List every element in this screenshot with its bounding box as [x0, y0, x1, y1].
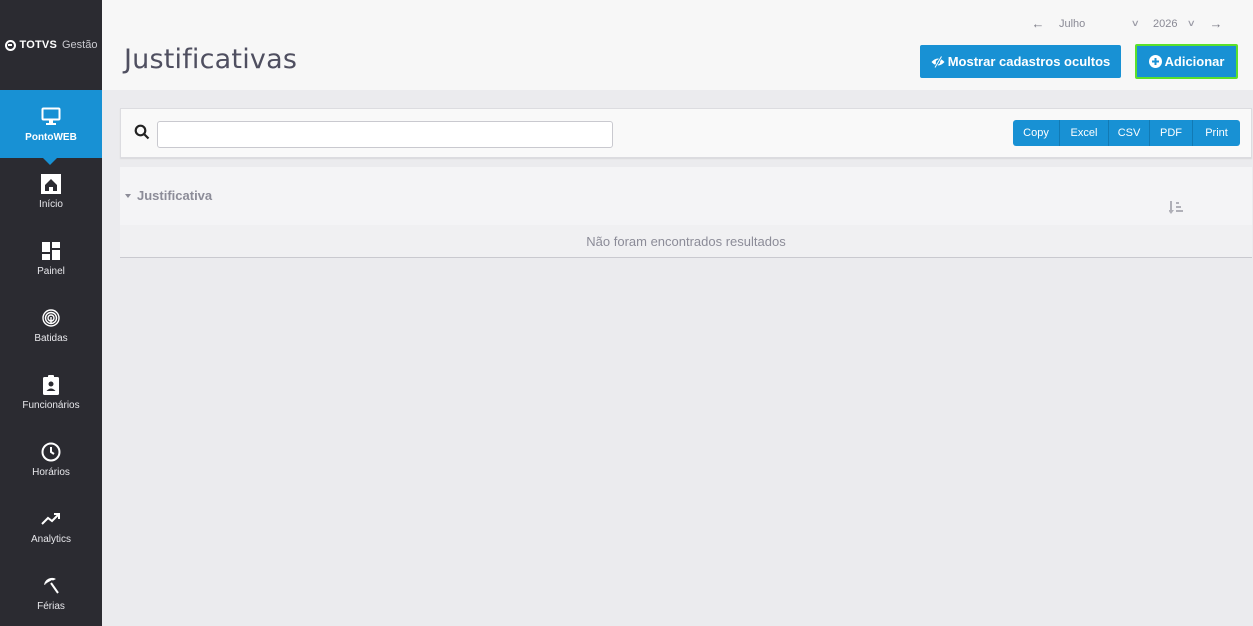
brand-name: TOTVS: [19, 39, 57, 51]
copy-button[interactable]: Copy: [1013, 120, 1060, 146]
brand-logo: TOTVS Gestão: [0, 0, 102, 90]
plus-circle-icon: [1148, 55, 1162, 68]
arrow-left-icon[interactable]: ←: [1031, 16, 1045, 31]
csv-button[interactable]: CSV: [1109, 120, 1150, 146]
sidebar-item-label: Funcionários: [22, 400, 80, 411]
excel-button[interactable]: Excel: [1060, 120, 1109, 146]
column-header-justificativa[interactable]: Justificativa: [125, 188, 212, 203]
sidebar-item-inicio[interactable]: Início: [0, 158, 102, 225]
dashboard-icon: [40, 240, 62, 262]
justificativas-table: Justificativa Não foram encontrados resu…: [120, 167, 1252, 258]
chevron-down-icon: ∨: [1187, 18, 1197, 28]
year-value: 2026: [1153, 17, 1178, 30]
sidebar-item-ferias[interactable]: Férias: [0, 560, 102, 626]
brand-product: Gestão: [62, 39, 98, 51]
show-hidden-records-button[interactable]: Mostrar cadastros ocultos: [920, 45, 1121, 78]
sidebar-item-label: Início: [39, 199, 63, 210]
totvs-logo-icon: [4, 39, 16, 51]
page-header: Justificativas ← Julho ∨ 2026 ∨ → Mostra…: [102, 0, 1253, 90]
sort-icon[interactable]: [1168, 201, 1183, 215]
period-selector: ← Julho ∨ 2026 ∨ →: [1031, 16, 1223, 31]
show-hidden-records-label: Mostrar cadastros ocultos: [947, 54, 1111, 69]
page-title: Justificativas: [124, 44, 298, 75]
trending-up-icon: [40, 508, 62, 530]
sidebar-item-analytics[interactable]: Analytics: [0, 493, 102, 560]
sidebar-item-label: Férias: [37, 601, 65, 612]
year-select[interactable]: 2026 ∨: [1153, 17, 1197, 30]
export-button-group: Copy Excel CSV PDF Print: [1013, 120, 1240, 146]
beach-umbrella-icon: [40, 575, 62, 597]
sidebar-item-funcionarios[interactable]: Funcionários: [0, 359, 102, 426]
sidebar-item-label: PontoWEB: [25, 131, 77, 143]
badge-icon: [40, 374, 62, 396]
eye-slash-icon: [931, 55, 945, 68]
sidebar-item-horarios[interactable]: Horários: [0, 426, 102, 493]
month-value: Julho: [1059, 17, 1086, 30]
caret-down-icon: [125, 193, 131, 198]
sidebar: TOTVS Gestão PontoWEB Início Painel Bati…: [0, 0, 102, 626]
print-button[interactable]: Print: [1193, 120, 1240, 146]
sidebar-item-label: Batidas: [34, 333, 68, 344]
search-icon: [134, 124, 150, 140]
table-header: Justificativa: [120, 167, 1252, 225]
sidebar-item-label: Painel: [37, 266, 65, 277]
home-icon: [40, 173, 62, 195]
sidebar-item-label: Analytics: [30, 534, 71, 545]
fingerprint-icon: [40, 307, 62, 329]
sidebar-item-batidas[interactable]: Batidas: [0, 292, 102, 359]
month-select[interactable]: Julho ∨: [1059, 17, 1141, 30]
sidebar-item-pontoweb[interactable]: PontoWEB: [0, 90, 102, 165]
add-button-label: Adicionar: [1164, 54, 1225, 69]
arrow-right-icon[interactable]: →: [1209, 16, 1223, 31]
clock-icon: [40, 441, 62, 463]
monitor-icon: [40, 106, 62, 128]
table-toolbar: Copy Excel CSV PDF Print: [120, 108, 1252, 158]
search-input[interactable]: [157, 121, 613, 148]
column-header-label: Justificativa: [137, 188, 213, 203]
sidebar-item-painel[interactable]: Painel: [0, 225, 102, 292]
chevron-down-icon: ∨: [1131, 18, 1141, 28]
sidebar-item-label: Horários: [32, 467, 70, 478]
empty-table-row: Não foram encontrados resultados: [120, 225, 1252, 258]
add-button[interactable]: Adicionar: [1135, 44, 1238, 79]
pdf-button[interactable]: PDF: [1150, 120, 1193, 146]
empty-message: Não foram encontrados resultados: [586, 233, 786, 249]
